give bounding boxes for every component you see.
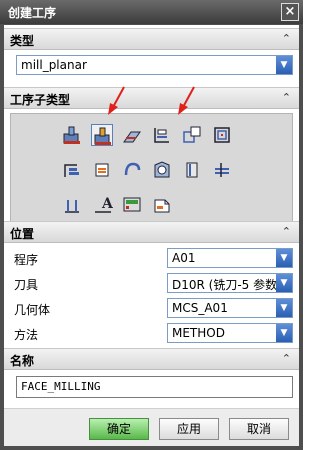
finish-walls-icon[interactable] xyxy=(61,159,83,181)
geometry-select-value: MCS_A01 xyxy=(172,301,228,315)
annotation-arrow-icon xyxy=(108,86,125,115)
section-type-header[interactable]: 类型 ⌃ xyxy=(4,28,299,50)
close-button[interactable]: × xyxy=(281,3,299,21)
hole-milling-icon[interactable] xyxy=(151,159,173,181)
collapse-chevron-icon[interactable]: ⌃ xyxy=(282,91,291,104)
groove-milling-icon[interactable] xyxy=(121,159,143,181)
planar-text-icon[interactable] xyxy=(211,159,233,181)
dialog-title: 创建工序 xyxy=(8,6,57,20)
operation-name-input[interactable]: FACE_MILLING xyxy=(16,376,293,398)
type-select-value: mill_planar xyxy=(21,58,87,72)
section-subtype-header[interactable]: 工序子类型 ⌃ xyxy=(4,87,299,109)
tool-select[interactable]: D10R (铣刀-5 参数) ▼ xyxy=(167,273,293,293)
section-location-header[interactable]: 位置 ⌃ xyxy=(4,221,299,243)
face-milling-icon[interactable] xyxy=(91,124,113,146)
chamfer-milling-icon[interactable] xyxy=(61,194,83,216)
planar-mill-icon[interactable] xyxy=(151,124,173,146)
section-name-header[interactable]: 名称 ⌃ xyxy=(4,348,299,370)
title-bar[interactable]: 创建工序 × xyxy=(0,0,303,24)
collapse-chevron-icon[interactable]: ⌃ xyxy=(282,352,291,365)
dialog-footer: 确定 应用 取消 xyxy=(4,408,299,446)
section-location-label: 位置 xyxy=(10,227,35,241)
face-milling-area-icon[interactable] xyxy=(61,124,83,146)
section-subtype-label: 工序子类型 xyxy=(10,93,71,107)
collapse-chevron-icon[interactable]: ⌃ xyxy=(282,32,291,45)
create-operation-dialog: 创建工序 × 类型 ⌃ mill_planar ▼ 工序子类型 ⌃ A 位置 ⌃… xyxy=(0,0,303,450)
geometry-select[interactable]: MCS_A01 ▼ xyxy=(167,298,293,318)
section-type-label: 类型 xyxy=(10,34,35,48)
svg-text:A: A xyxy=(101,196,113,212)
geometry-label: 几何体 xyxy=(14,303,51,317)
type-select[interactable]: mill_planar ▼ xyxy=(16,55,293,75)
program-select[interactable]: A01 ▼ xyxy=(167,248,293,268)
tool-select-value: D10R (铣刀-5 参数) xyxy=(172,278,276,292)
tool-label: 刀具 xyxy=(14,278,39,292)
method-select[interactable]: METHOD ▼ xyxy=(167,323,293,343)
thread-milling-icon[interactable] xyxy=(181,159,203,181)
dropdown-arrow-icon[interactable]: ▼ xyxy=(276,56,292,74)
apply-button[interactable]: 应用 xyxy=(159,418,219,440)
operation-name-value: FACE_MILLING xyxy=(21,380,101,393)
method-label: 方法 xyxy=(14,328,39,342)
ok-button[interactable]: 确定 xyxy=(89,418,149,440)
mill-control-icon[interactable] xyxy=(121,194,143,216)
method-select-value: METHOD xyxy=(172,326,225,340)
cancel-button[interactable]: 取消 xyxy=(229,418,289,440)
operation-subtype-panel: A xyxy=(10,113,293,237)
dropdown-arrow-icon[interactable]: ▼ xyxy=(276,299,292,317)
clean-up-corners-icon[interactable] xyxy=(211,124,233,146)
dropdown-arrow-icon[interactable]: ▼ xyxy=(276,274,292,292)
finish-floor-icon[interactable] xyxy=(91,159,113,181)
program-select-value: A01 xyxy=(172,251,196,265)
section-name-label: 名称 xyxy=(10,354,35,368)
program-label: 程序 xyxy=(14,253,39,267)
dialog-body: 类型 ⌃ mill_planar ▼ 工序子类型 ⌃ A 位置 ⌃ 程序 A01… xyxy=(4,25,299,446)
collapse-chevron-icon[interactable]: ⌃ xyxy=(282,225,291,238)
annotation-arrow-icon xyxy=(178,86,195,115)
mill-user-icon[interactable] xyxy=(151,194,173,216)
engraving-text-icon[interactable]: A xyxy=(91,194,114,216)
planar-profile-icon[interactable] xyxy=(181,124,203,146)
dropdown-arrow-icon[interactable]: ▼ xyxy=(276,249,292,267)
face-milling-manual-icon[interactable] xyxy=(121,124,143,146)
dropdown-arrow-icon[interactable]: ▼ xyxy=(276,324,292,342)
